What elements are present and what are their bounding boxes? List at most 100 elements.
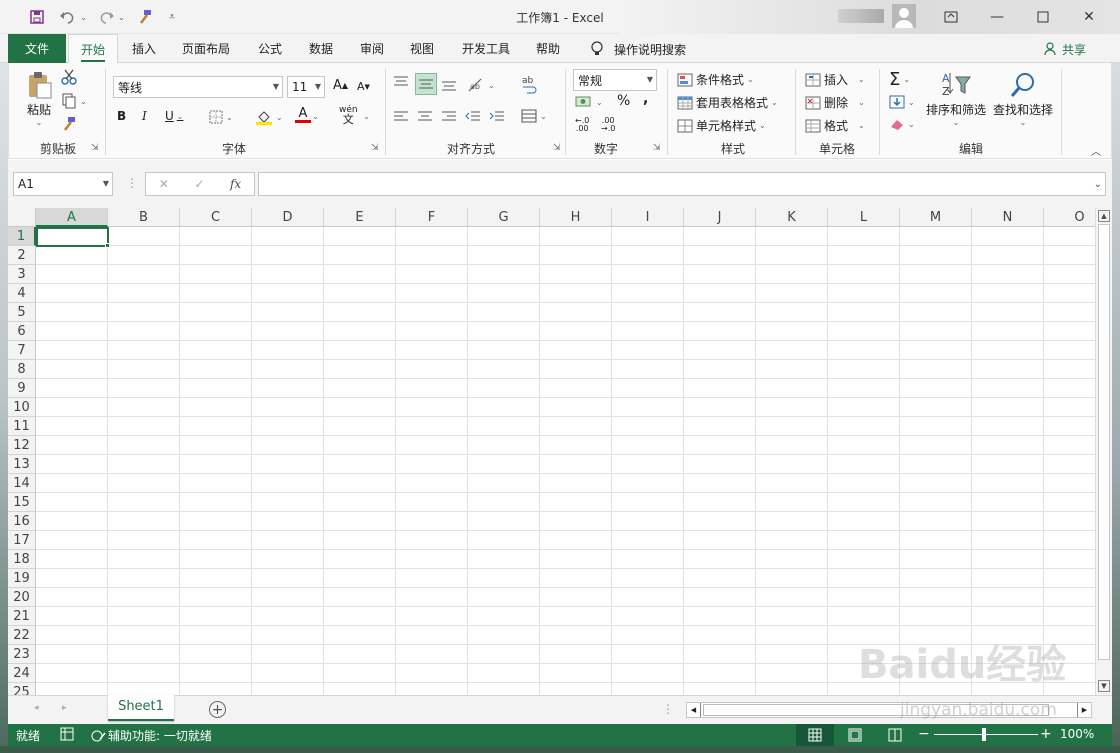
alignment-launcher-icon[interactable]: ⇲ xyxy=(553,143,561,153)
find-select-button[interactable]: 查找和选择 ⌄ xyxy=(993,71,1053,127)
expand-formula-icon[interactable]: ⌄ xyxy=(1094,179,1102,190)
column-header[interactable]: K xyxy=(756,208,828,227)
font-size-select[interactable]: 11 ▼ xyxy=(287,76,325,98)
align-center-icon[interactable] xyxy=(417,111,433,123)
active-cell-a1[interactable] xyxy=(36,227,109,247)
accounting-format-icon[interactable]: ⌄ xyxy=(575,95,603,109)
orientation-icon[interactable]: ab ⌄ xyxy=(467,77,495,93)
row-header[interactable]: 22 xyxy=(8,626,36,645)
column-header[interactable]: I xyxy=(612,208,684,227)
fill-color-icon[interactable]: ⌄ xyxy=(255,109,283,125)
wrap-text-icon[interactable]: ab xyxy=(521,75,537,95)
zoom-out-icon[interactable]: − xyxy=(918,726,930,742)
column-header[interactable]: C xyxy=(180,208,252,227)
formula-input[interactable]: ⌄ xyxy=(258,172,1106,196)
scroll-up-icon[interactable]: ▲ xyxy=(1098,210,1110,222)
paste-button[interactable]: 粘贴 ⌄ xyxy=(23,71,55,127)
fill-handle[interactable] xyxy=(105,243,110,248)
align-top-icon[interactable] xyxy=(393,75,409,89)
column-header[interactable]: G xyxy=(468,208,540,227)
align-right-icon[interactable] xyxy=(441,111,457,123)
minimize-icon[interactable]: — xyxy=(974,0,1020,34)
sheet-tab-sheet1[interactable]: Sheet1 xyxy=(108,695,174,721)
maximize-icon[interactable] xyxy=(1020,0,1066,34)
prev-sheet-icon[interactable]: ◂ xyxy=(34,703,39,713)
comma-style-icon[interactable]: , xyxy=(643,91,648,107)
select-all-corner[interactable] xyxy=(8,208,36,227)
border-icon[interactable]: ⌄ xyxy=(209,110,233,124)
cancel-icon[interactable]: ✕ xyxy=(159,177,169,191)
zoom-level[interactable]: 100% xyxy=(1060,727,1094,741)
tab-2[interactable]: 插入 xyxy=(120,34,168,63)
align-left-icon[interactable] xyxy=(393,111,409,123)
row-header[interactable]: 14 xyxy=(8,474,36,493)
copy-icon[interactable]: ⌄ xyxy=(61,93,87,109)
row-header[interactable]: 9 xyxy=(8,379,36,398)
row-header[interactable]: 17 xyxy=(8,531,36,550)
customize-icon[interactable]: ⩡ xyxy=(164,7,180,27)
page-break-view-icon[interactable] xyxy=(888,728,902,742)
bold-button[interactable]: B xyxy=(117,109,126,123)
scroll-right-icon[interactable]: ▶ xyxy=(1077,703,1091,717)
row-header[interactable]: 25 xyxy=(8,683,36,695)
phonetic-guide-button[interactable]: wén 文 xyxy=(339,105,358,125)
autosum-icon[interactable]: Σ ⌄ xyxy=(889,69,910,90)
column-header[interactable]: D xyxy=(252,208,324,227)
scroll-left-icon[interactable]: ◀ xyxy=(687,703,701,717)
column-header[interactable]: E xyxy=(324,208,396,227)
column-header[interactable]: L xyxy=(828,208,900,227)
clipboard-launcher-icon[interactable]: ⇲ xyxy=(91,143,99,153)
confirm-icon[interactable]: ✓ xyxy=(194,177,204,191)
tab-1[interactable]: 开始 xyxy=(68,34,118,64)
row-header[interactable]: 15 xyxy=(8,493,36,512)
format-painter-icon[interactable] xyxy=(61,116,77,132)
tab-6[interactable]: 审阅 xyxy=(348,34,396,63)
tab-7[interactable]: 视图 xyxy=(398,34,446,63)
decrease-font-icon[interactable]: A ▼ xyxy=(357,80,370,93)
macro-record-icon[interactable] xyxy=(60,727,74,741)
percent-icon[interactable]: % xyxy=(617,93,630,109)
increase-font-icon[interactable]: A ▲ xyxy=(333,78,348,93)
decrease-decimal-icon[interactable]: .00 →.0 xyxy=(601,117,615,133)
sort-filter-button[interactable]: AZ 排序和筛选 ⌄ xyxy=(926,71,986,127)
column-header[interactable]: F xyxy=(396,208,468,227)
close-icon[interactable]: ✕ xyxy=(1066,0,1112,34)
add-sheet-icon[interactable]: + xyxy=(209,701,226,718)
tab-5[interactable]: 数据 xyxy=(296,34,346,63)
format-as-table-button[interactable]: 套用表格格式 ⌄ xyxy=(677,94,778,111)
name-box[interactable]: A1 ▼ xyxy=(13,172,113,196)
row-header[interactable]: 21 xyxy=(8,607,36,626)
font-color-icon[interactable]: A xyxy=(295,107,311,123)
vertical-scrollbar[interactable]: ▲ ▼ xyxy=(1095,208,1112,695)
conditional-format-button[interactable]: 条件格式 ⌄ xyxy=(677,71,754,88)
row-header[interactable]: 8 xyxy=(8,360,36,379)
zoom-slider-thumb[interactable] xyxy=(982,728,986,741)
tab-3[interactable]: 页面布局 xyxy=(170,34,242,63)
row-header[interactable]: 11 xyxy=(8,417,36,436)
page-layout-view-icon[interactable] xyxy=(848,728,862,742)
format-cells-button[interactable]: 格式 ⌄ xyxy=(805,117,865,134)
row-header[interactable]: 10 xyxy=(8,398,36,417)
tell-me-search[interactable]: 操作说明搜索 xyxy=(590,40,686,58)
fill-down-icon[interactable]: ⌄ xyxy=(889,95,915,109)
share-button[interactable]: 共享 xyxy=(1044,40,1086,58)
row-header[interactable]: 24 xyxy=(8,664,36,683)
zoom-in-icon[interactable]: + xyxy=(1040,726,1052,742)
increase-decimal-icon[interactable]: ←.0.00 xyxy=(575,117,589,133)
column-header[interactable]: N xyxy=(972,208,1044,227)
row-header[interactable]: 2 xyxy=(8,246,36,265)
row-header[interactable]: 1 xyxy=(8,227,36,246)
row-header[interactable]: 12 xyxy=(8,436,36,455)
cell-area[interactable] xyxy=(36,227,1095,695)
collapse-ribbon-icon[interactable]: ︿ xyxy=(1091,143,1101,158)
clear-eraser-icon[interactable]: ⌄ xyxy=(889,117,915,131)
undo-icon[interactable]: ⌄ xyxy=(56,7,90,27)
column-header[interactable]: H xyxy=(540,208,612,227)
font-name-select[interactable]: 等线 ▼ xyxy=(113,76,283,98)
chevron-down-icon[interactable]: ⌄ xyxy=(363,112,370,121)
tab-8[interactable]: 开发工具 xyxy=(450,34,522,63)
row-header[interactable]: 19 xyxy=(8,569,36,588)
row-header[interactable]: 3 xyxy=(8,265,36,284)
align-bottom-icon[interactable] xyxy=(441,78,457,92)
normal-view-button[interactable] xyxy=(796,724,834,746)
